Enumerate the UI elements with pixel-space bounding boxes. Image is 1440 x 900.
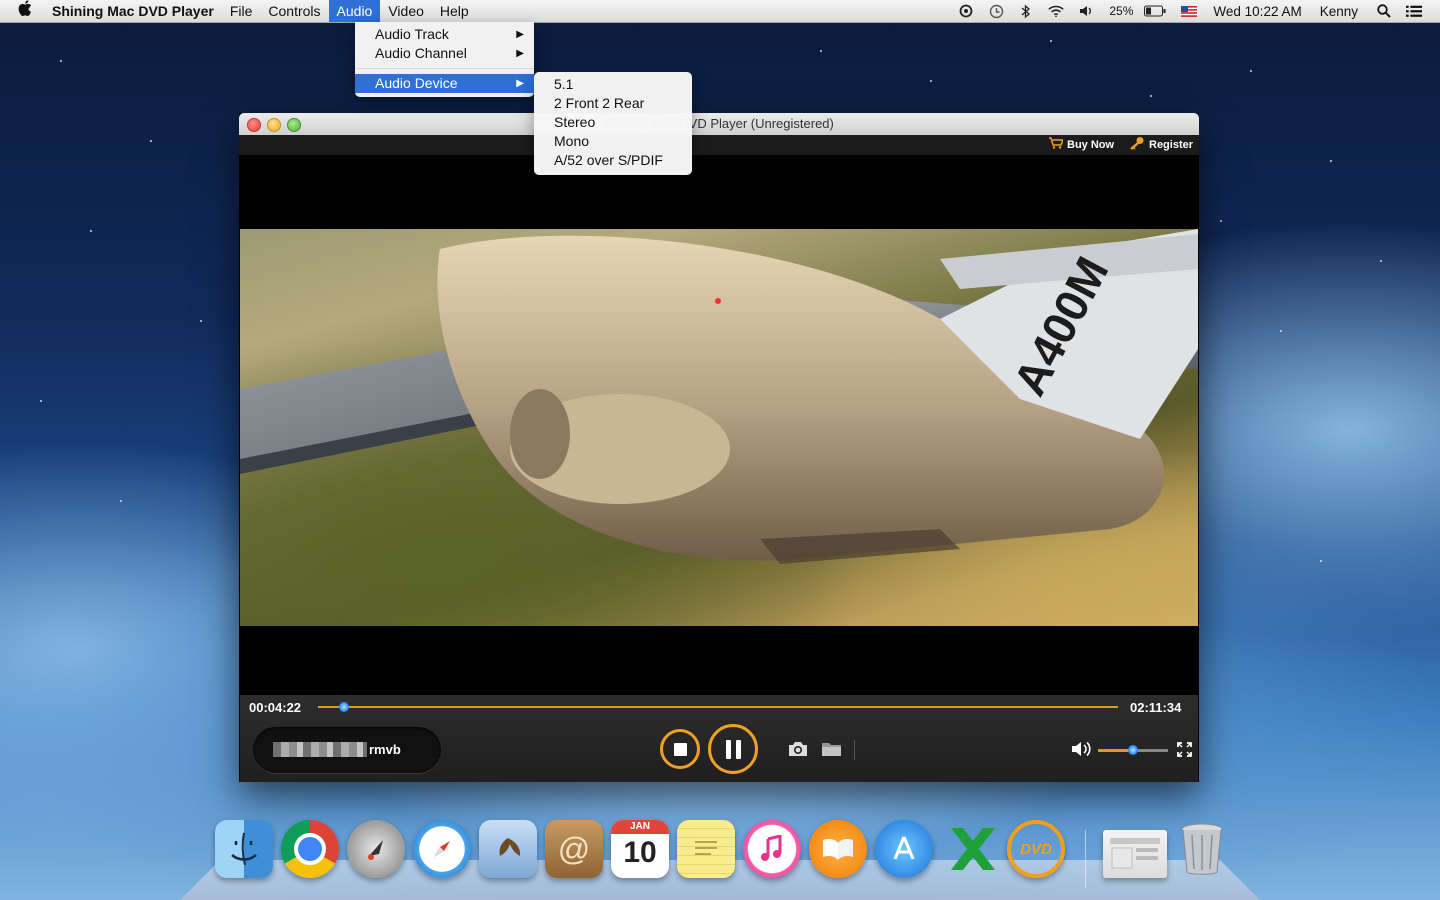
audio-menu-dropdown: Audio Track ▶ Audio Channel ▶ Audio Devi… (355, 22, 534, 97)
cart-icon (1049, 137, 1065, 153)
menu-item-audio-device[interactable]: Audio Device ▶ (355, 74, 534, 93)
wifi-icon[interactable] (1048, 3, 1065, 19)
mail-icon[interactable] (479, 820, 537, 878)
user-name[interactable]: Kenny (1320, 4, 1358, 19)
calendar-icon[interactable]: JAN 10 (611, 820, 669, 878)
apple-icon[interactable] (0, 0, 44, 22)
ibooks-icon[interactable] (809, 820, 867, 878)
dvd-player-icon[interactable]: DVD (1007, 820, 1065, 878)
trash-icon[interactable] (1173, 820, 1231, 878)
open-folder-icon[interactable] (820, 739, 844, 759)
blurred-filename (273, 742, 367, 757)
audio-device-submenu: 5.1 2 Front 2 Rear Stereo Mono A/52 over… (534, 72, 692, 175)
aircraft-image: A400M (240, 229, 1198, 564)
window-title: Shining Mac DVD Player (Unregistered) (604, 116, 834, 131)
menu-item-a52-over-spdif[interactable]: A/52 over S/PDIF (534, 151, 692, 170)
total-duration: 02:11:34 (1130, 700, 1182, 715)
stop-icon (673, 742, 687, 756)
menu-audio[interactable]: Audio (328, 0, 381, 22)
menu-file[interactable]: File (222, 0, 261, 22)
excel-icon[interactable] (941, 820, 999, 878)
time-machine-icon[interactable] (988, 3, 1004, 19)
controls-divider (854, 740, 855, 760)
controls-bar: 00:04:22 02:11:34 rmvb (240, 695, 1198, 782)
register-label: Register (1149, 139, 1194, 151)
pause-button[interactable] (708, 724, 758, 774)
window-toolbar: Buy Now Register (239, 135, 1199, 155)
calendar-month: JAN (611, 820, 669, 834)
pause-icon (725, 739, 741, 759)
app-menu[interactable]: Shining Mac DVD Player (44, 0, 222, 22)
seek-handle[interactable] (339, 702, 350, 712)
menu-separator (355, 68, 534, 69)
bluetooth-icon[interactable] (1018, 3, 1034, 19)
finder-icon[interactable] (215, 820, 273, 878)
submenu-arrow-icon: ▶ (516, 78, 524, 89)
menu-item-5-1[interactable]: 5.1 (534, 75, 692, 94)
menu-help[interactable]: Help (432, 0, 477, 22)
chrome-icon[interactable] (281, 820, 339, 878)
menu-item-label: Audio Channel (375, 45, 467, 61)
notes-icon[interactable] (677, 820, 735, 878)
itunes-icon[interactable] (743, 820, 801, 878)
window-titlebar[interactable]: Shining Mac DVD Player (Unregistered) (239, 113, 1199, 136)
spotlight-icon[interactable] (1376, 3, 1392, 19)
elapsed-time: 00:04:22 (249, 700, 302, 715)
menu-item-stereo[interactable]: Stereo (534, 113, 692, 132)
register-button[interactable]: Register (1129, 137, 1193, 153)
launchpad-icon[interactable] (347, 820, 405, 878)
seek-bar[interactable] (318, 706, 1118, 708)
menu-item-label: Audio Track (375, 26, 449, 42)
menu-controls[interactable]: Controls (260, 0, 328, 22)
submenu-arrow-icon: ▶ (516, 29, 524, 40)
clock[interactable]: Wed 10:22 AM (1213, 4, 1301, 19)
player-window: Shining Mac DVD Player (Unregistered) Bu… (239, 113, 1199, 782)
dock-divider (1085, 830, 1086, 888)
menu-video[interactable]: Video (380, 0, 432, 22)
snapshot-camera-icon[interactable] (786, 739, 810, 759)
fullscreen-icon[interactable] (1174, 739, 1194, 759)
key-icon (1129, 136, 1145, 154)
video-frame: A400M (240, 229, 1198, 626)
buy-now-label: Buy Now (1067, 139, 1115, 151)
contacts-icon[interactable]: @ (545, 820, 603, 878)
safari-icon[interactable] (413, 820, 471, 878)
battery-percent: 25% (1109, 4, 1134, 18)
menu-item-2-front-2-rear[interactable]: 2 Front 2 Rear (534, 94, 692, 113)
menu-item-mono[interactable]: Mono (534, 132, 692, 151)
file-info-pill: rmvb (253, 727, 441, 773)
volume-status-icon[interactable] (1078, 3, 1094, 19)
us-flag-icon[interactable] (1180, 3, 1198, 19)
notification-center-icon[interactable] (1406, 3, 1422, 19)
menu-bar: Shining Mac DVD Player File Controls Aud… (0, 0, 1440, 23)
calendar-day: 10 (623, 836, 657, 869)
magnifier-status-icon[interactable] (958, 3, 974, 19)
volume-handle[interactable] (1128, 745, 1138, 755)
menu-item-label: Audio Device (375, 75, 458, 91)
video-area[interactable]: A400M (240, 155, 1198, 695)
preview-stack-icon[interactable] (1103, 830, 1167, 878)
seek-row: 00:04:22 02:11:34 (240, 695, 1198, 719)
buy-now-button[interactable]: Buy Now (1049, 137, 1114, 153)
menu-item-audio-track[interactable]: Audio Track ▶ (355, 25, 534, 44)
submenu-arrow-icon: ▶ (516, 48, 524, 59)
volume-speaker-icon[interactable] (1070, 739, 1094, 759)
dvd-label: DVD (1020, 840, 1052, 858)
battery-icon[interactable] (1144, 3, 1166, 19)
menu-item-audio-channel[interactable]: Audio Channel ▶ (355, 44, 534, 63)
app-store-icon[interactable] (875, 820, 933, 878)
stop-button[interactable] (660, 729, 700, 769)
file-extension: rmvb (369, 742, 401, 757)
